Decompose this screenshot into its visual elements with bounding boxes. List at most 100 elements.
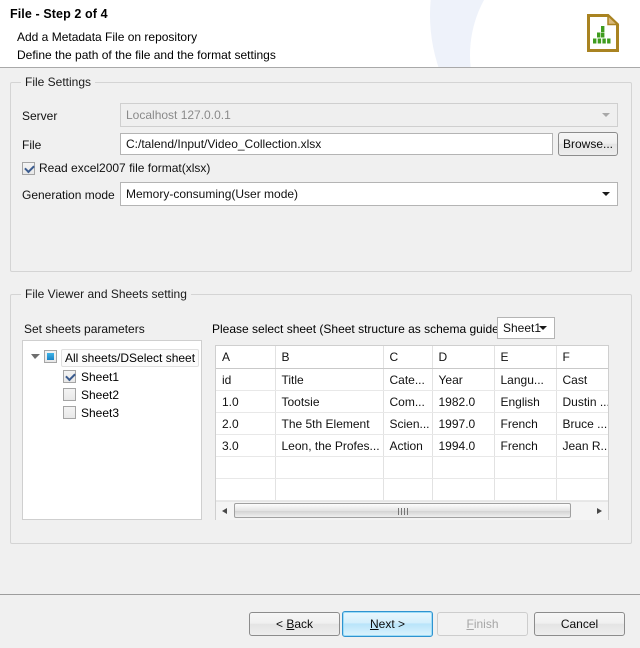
server-combo[interactable]: Localhost 127.0.0.1 xyxy=(120,103,618,127)
cell: Jean R... xyxy=(556,435,609,457)
read-excel2007-checkbox[interactable] xyxy=(22,162,35,175)
chevron-down-icon[interactable] xyxy=(31,354,40,359)
cell: 1994.0 xyxy=(432,435,494,457)
select-sheet-label: Please select sheet (Sheet structure as … xyxy=(212,322,503,336)
tree-label-sheet1: Sheet1 xyxy=(81,368,119,386)
cell: Title xyxy=(275,369,383,391)
cell xyxy=(432,479,494,501)
table-header-row: A B C D E F xyxy=(216,346,609,369)
cell: Year xyxy=(432,369,494,391)
cell: Cast xyxy=(556,369,609,391)
cell xyxy=(383,457,432,479)
cell xyxy=(556,457,609,479)
triangle-right-icon xyxy=(597,508,602,514)
server-label: Server xyxy=(22,109,57,123)
file-path-input[interactable]: C:/talend/Input/Video_Collection.xlsx xyxy=(120,133,553,155)
cell: 1.0 xyxy=(216,391,275,413)
page-subtitle-line2: Define the path of the file and the form… xyxy=(17,48,276,62)
cell: Langu... xyxy=(494,369,556,391)
cancel-button[interactable]: Cancel xyxy=(534,612,625,636)
cell: Cate... xyxy=(383,369,432,391)
scroll-left-button[interactable] xyxy=(216,502,233,520)
next-button[interactable]: Next > xyxy=(342,611,433,637)
cell: French xyxy=(494,435,556,457)
sheets-tree[interactable]: All sheets/DSelect sheet Sheet1 Sheet2 S… xyxy=(22,340,202,520)
chevron-down-icon xyxy=(602,192,610,196)
cell: Scien... xyxy=(383,413,432,435)
server-combo-value: Localhost 127.0.0.1 xyxy=(126,108,231,122)
sheet-selector-value: Sheet1 xyxy=(503,321,541,335)
cell: 2.0 xyxy=(216,413,275,435)
cell: 1982.0 xyxy=(432,391,494,413)
back-button[interactable]: < Back xyxy=(249,612,340,636)
chevron-down-icon xyxy=(539,326,547,330)
cell: Leon, the Profes... xyxy=(275,435,383,457)
cell: French xyxy=(494,413,556,435)
cell xyxy=(216,457,275,479)
wizard-dialog: File - Step 2 of 4 Add a Metadata File o… xyxy=(0,0,640,648)
set-sheets-parameters-label: Set sheets parameters xyxy=(24,322,145,336)
generation-mode-label: Generation mode xyxy=(22,188,115,202)
cell xyxy=(432,457,494,479)
cell: Tootsie xyxy=(275,391,383,413)
column-header-a[interactable]: A xyxy=(216,346,275,369)
cell: Bruce ... xyxy=(556,413,609,435)
finish-button: Finish xyxy=(437,612,528,636)
tree-label-sheet2: Sheet2 xyxy=(81,386,119,404)
cell: English xyxy=(494,391,556,413)
cell: id xyxy=(216,369,275,391)
sheet-selector-combo[interactable]: Sheet1 xyxy=(497,317,555,339)
triangle-left-icon xyxy=(222,508,227,514)
sheet-preview-grid[interactable]: A B C D E F id Title Cate... Year Langu.… xyxy=(215,345,609,520)
header-separator xyxy=(0,67,640,68)
file-viewer-group-title: File Viewer and Sheets setting xyxy=(21,287,191,301)
cell xyxy=(494,457,556,479)
generation-mode-combo[interactable]: Memory-consuming(User mode) xyxy=(120,182,618,206)
cell: 3.0 xyxy=(216,435,275,457)
cell: Com... xyxy=(383,391,432,413)
table-row[interactable]: 1.0 Tootsie Com... 1982.0 English Dustin… xyxy=(216,391,609,413)
sheet-preview-table: A B C D E F id Title Cate... Year Langu.… xyxy=(216,346,609,520)
table-row[interactable]: 3.0 Leon, the Profes... Action 1994.0 Fr… xyxy=(216,435,609,457)
page-title: File - Step 2 of 4 xyxy=(10,7,108,21)
tree-label-sheet3: Sheet3 xyxy=(81,404,119,422)
tree-label-all-sheets: All sheets/DSelect sheet xyxy=(61,349,199,367)
wizard-header: File - Step 2 of 4 Add a Metadata File o… xyxy=(0,0,640,68)
grid-horizontal-scrollbar[interactable] xyxy=(216,501,608,520)
excel-document-icon xyxy=(586,13,620,53)
tree-checkbox-sheet3[interactable] xyxy=(63,406,76,419)
tree-checkbox-sheet2[interactable] xyxy=(63,388,76,401)
button-bar: < Back Next > Finish Cancel xyxy=(0,595,640,648)
scrollbar-thumb[interactable] xyxy=(234,503,571,518)
column-header-f[interactable]: F xyxy=(556,346,609,369)
table-row[interactable]: 2.0 The 5th Element Scien... 1997.0 Fren… xyxy=(216,413,609,435)
table-row-empty[interactable] xyxy=(216,457,609,479)
scrollbar-grip-icon xyxy=(398,508,408,515)
table-row-empty[interactable] xyxy=(216,479,609,501)
file-label: File xyxy=(22,138,41,152)
cell: 1997.0 xyxy=(432,413,494,435)
page-subtitle-line1: Add a Metadata File on repository xyxy=(17,30,197,44)
cell xyxy=(556,479,609,501)
cell xyxy=(216,479,275,501)
browse-button[interactable]: Browse... xyxy=(558,132,618,156)
generation-mode-value: Memory-consuming(User mode) xyxy=(126,187,298,201)
tree-checkbox-all-sheets[interactable] xyxy=(44,350,57,363)
cell xyxy=(275,457,383,479)
column-header-d[interactable]: D xyxy=(432,346,494,369)
column-header-b[interactable]: B xyxy=(275,346,383,369)
column-header-c[interactable]: C xyxy=(383,346,432,369)
cell: Dustin ... xyxy=(556,391,609,413)
cell: The 5th Element xyxy=(275,413,383,435)
cell xyxy=(383,479,432,501)
column-header-e[interactable]: E xyxy=(494,346,556,369)
file-settings-group-title: File Settings xyxy=(21,75,95,89)
chevron-down-icon xyxy=(602,113,610,117)
tree-checkbox-sheet1[interactable] xyxy=(63,370,76,383)
cell xyxy=(275,479,383,501)
scroll-right-button[interactable] xyxy=(591,502,608,520)
read-excel2007-label: Read excel2007 file format(xlsx) xyxy=(39,161,210,175)
cell xyxy=(494,479,556,501)
table-row[interactable]: id Title Cate... Year Langu... Cast xyxy=(216,369,609,391)
cell: Action xyxy=(383,435,432,457)
